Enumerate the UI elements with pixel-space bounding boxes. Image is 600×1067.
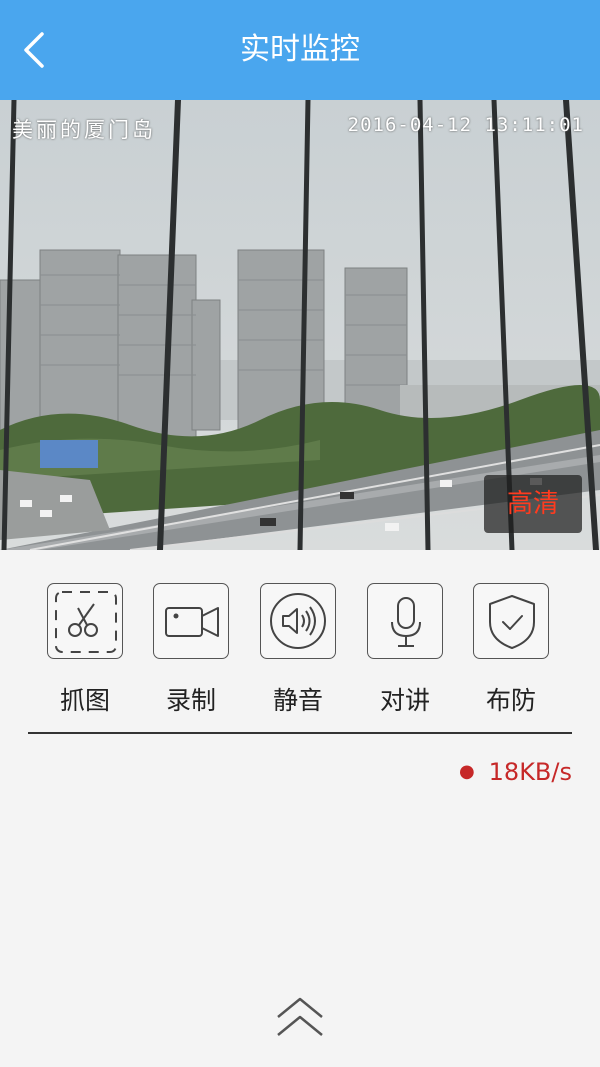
microphone-icon [391, 597, 421, 647]
snapshot-label: 抓图 [59, 686, 110, 715]
mute-button[interactable] [260, 583, 336, 659]
scissors-icon [55, 591, 117, 653]
mute-tool[interactable]: 静音 [249, 583, 349, 715]
page-title: 实时监控 [240, 32, 360, 67]
control-toolbar: 抓图 录制 静音 对讲 布防 [0, 583, 600, 715]
video-camera-icon [165, 607, 219, 637]
top-bar: 实时监控 [0, 0, 600, 100]
speaker-icon [270, 593, 326, 649]
talk-tool[interactable]: 对讲 [356, 583, 456, 715]
live-video-view[interactable]: 美丽的厦门岛 2016-04-12 13:11:01 高清 [0, 100, 600, 550]
arm-button[interactable] [473, 583, 549, 659]
record-button[interactable] [153, 583, 229, 659]
snapshot-tool[interactable]: 抓图 [36, 583, 136, 715]
talk-button[interactable] [367, 583, 443, 659]
double-chevron-up-icon [277, 997, 323, 1036]
arm-tool[interactable]: 布防 [462, 583, 562, 715]
live-dot-icon: ● [458, 761, 475, 782]
mute-label: 静音 [272, 686, 323, 715]
record-label: 录制 [165, 686, 216, 715]
divider [28, 732, 572, 734]
bitrate-indicator: ● 18KB/s [459, 758, 572, 786]
record-tool[interactable]: 录制 [142, 583, 242, 715]
hd-quality-button[interactable]: 高清 [484, 475, 582, 533]
camera-location-label: 美丽的厦门岛 [12, 118, 156, 142]
expand-panel-button[interactable] [272, 995, 328, 1041]
bitrate-value: 18KB/s [488, 758, 572, 786]
talk-label: 对讲 [379, 686, 430, 715]
camera-timestamp: 2016-04-12 13:11:01 [347, 114, 584, 136]
snapshot-button[interactable] [47, 583, 123, 659]
shield-check-icon [489, 595, 535, 649]
arm-label: 布防 [485, 686, 536, 715]
